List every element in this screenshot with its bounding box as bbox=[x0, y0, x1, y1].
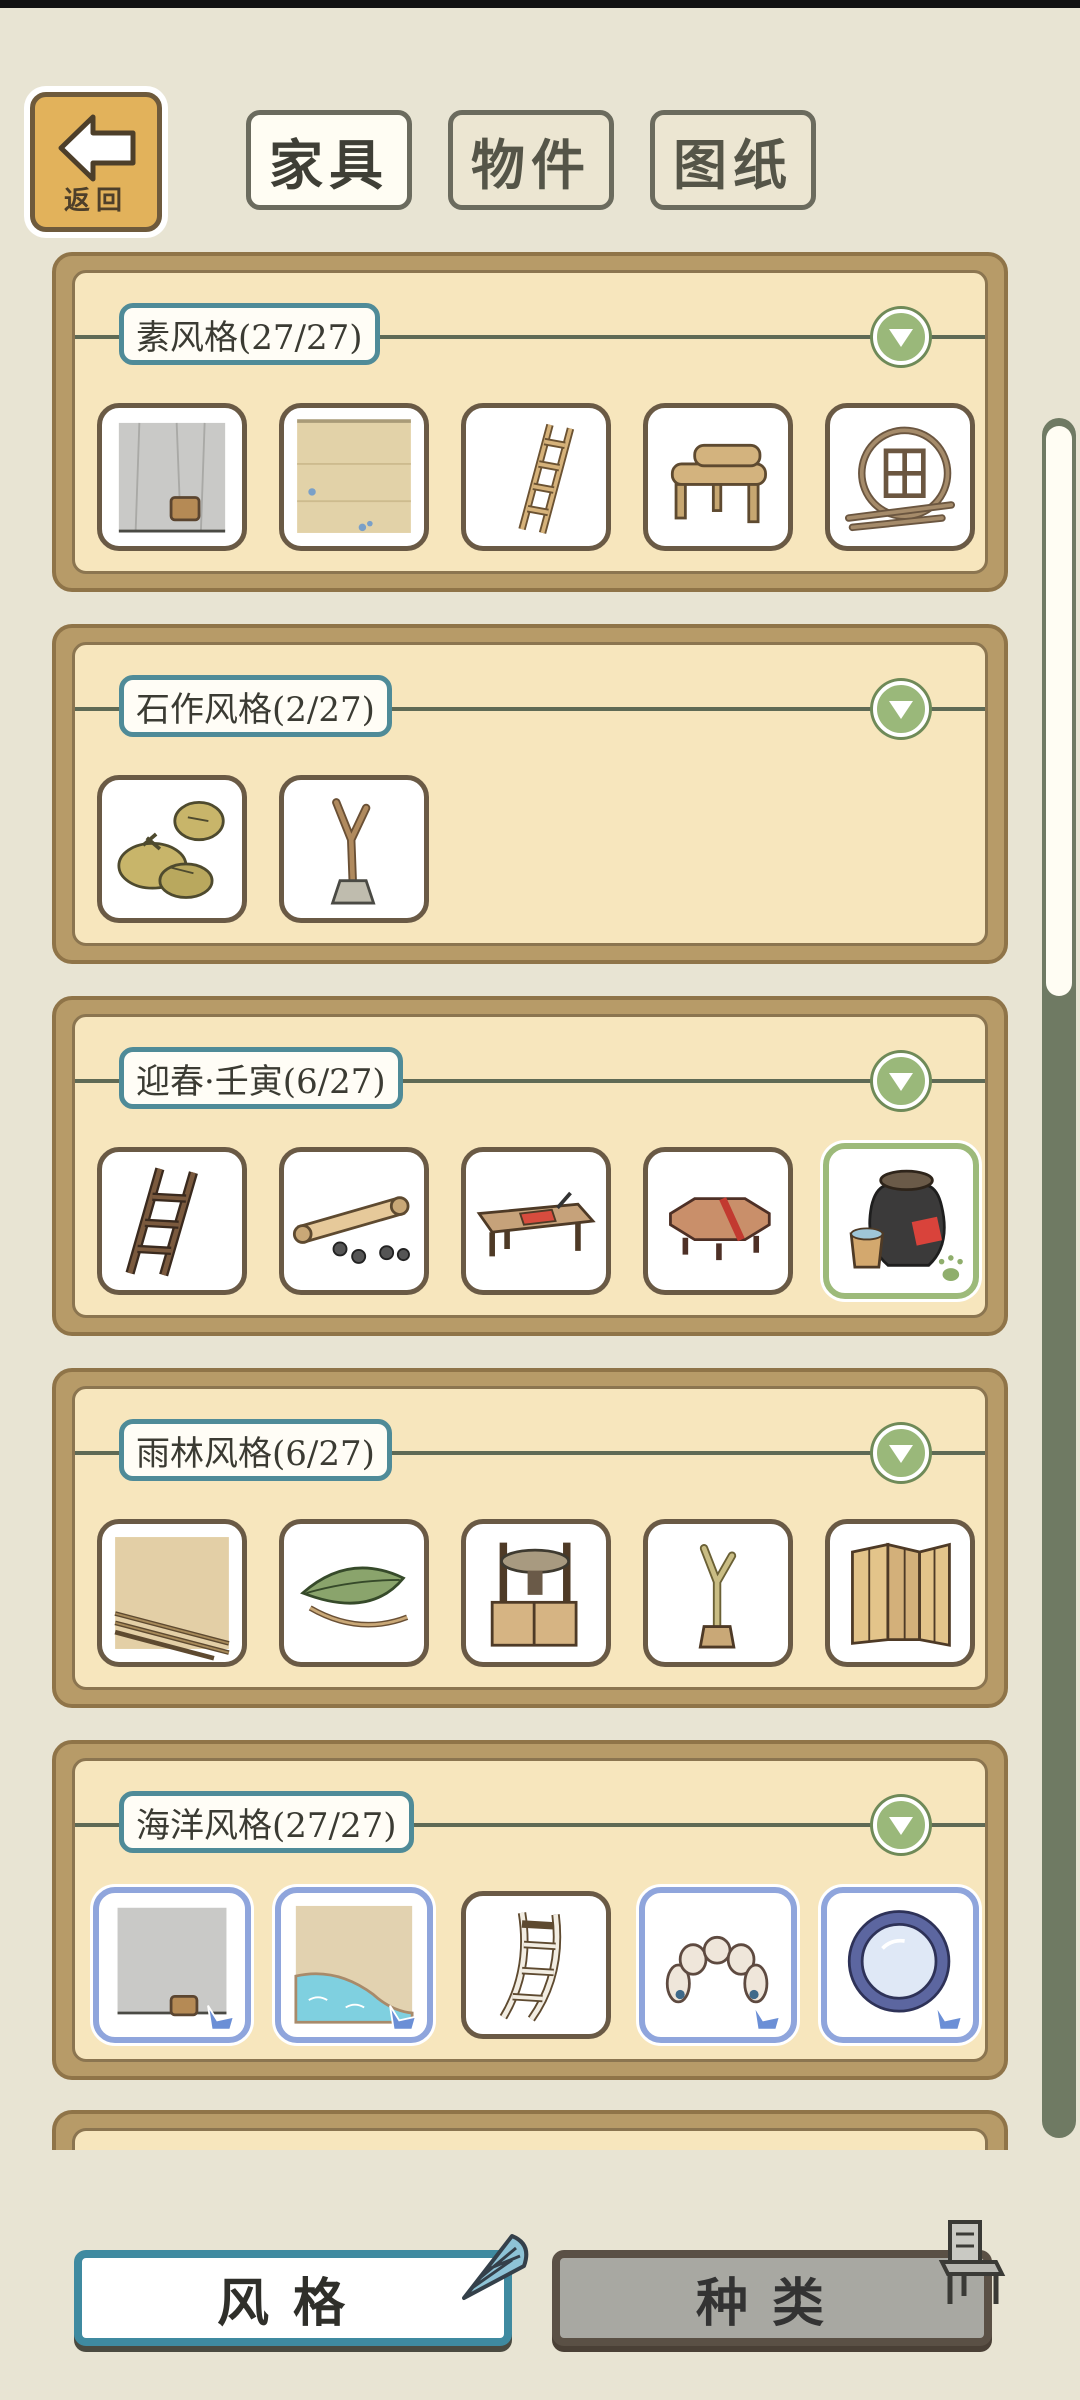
item-sea-wall[interactable] bbox=[93, 1887, 251, 2043]
item-wooden-ladder[interactable] bbox=[461, 403, 611, 551]
back-label: 返回 bbox=[63, 185, 128, 215]
section-title: 雨林风格(6/27) bbox=[119, 1419, 392, 1481]
item-porthole-mirror[interactable] bbox=[821, 1887, 979, 2043]
item-dark-ladder[interactable] bbox=[97, 1147, 247, 1295]
style-section-ocean: 海洋风格(27/27) bbox=[52, 1740, 1008, 2080]
item-wall-panel[interactable] bbox=[97, 403, 247, 551]
item-octagon-table[interactable] bbox=[643, 1147, 793, 1295]
item-branch-stand-rainforest[interactable] bbox=[643, 1519, 793, 1667]
chair-icon bbox=[938, 2220, 1006, 2304]
collapse-toggle-icon[interactable] bbox=[873, 1797, 929, 1853]
tab-blueprints[interactable]: 图纸 bbox=[650, 110, 816, 210]
item-white-ladder[interactable] bbox=[461, 1891, 611, 2039]
seashell-icon bbox=[462, 2234, 529, 2300]
item-bamboo-floor[interactable] bbox=[97, 1519, 247, 1667]
item-floor-panel[interactable] bbox=[279, 403, 429, 551]
collapse-toggle-icon[interactable] bbox=[873, 1425, 929, 1481]
item-branch-stand[interactable] bbox=[279, 775, 429, 923]
collapse-toggle-icon[interactable] bbox=[873, 1053, 929, 1109]
section-title: 海洋风格(27/27) bbox=[119, 1791, 414, 1853]
style-section-stone: 石作风格(2/27) bbox=[52, 624, 1008, 964]
next-section-peek bbox=[52, 2110, 1008, 2150]
item-bamboo-screen[interactable] bbox=[825, 1519, 975, 1667]
style-section-rainforest: 雨林风格(6/27) bbox=[52, 1368, 1008, 1708]
section-title: 石作风格(2/27) bbox=[119, 675, 392, 737]
item-stone-mill-cabinet[interactable] bbox=[461, 1519, 611, 1667]
status-bar bbox=[0, 0, 1080, 8]
style-filter-button[interactable]: 风格 bbox=[74, 2250, 512, 2346]
item-log-bench[interactable] bbox=[643, 403, 793, 551]
item-shell-arch[interactable] bbox=[639, 1887, 797, 2043]
collapse-toggle-icon[interactable] bbox=[873, 309, 929, 365]
item-scroll-and-coins[interactable] bbox=[279, 1147, 429, 1295]
scrollbar-thumb[interactable] bbox=[1046, 426, 1072, 996]
item-round-window[interactable] bbox=[825, 403, 975, 551]
back-button[interactable]: 返回 bbox=[30, 92, 162, 232]
item-leaf-plates[interactable] bbox=[97, 775, 247, 923]
style-section-spring-festival: 迎春·壬寅(6/27) bbox=[52, 996, 1008, 1336]
tab-furniture[interactable]: 家具 bbox=[246, 110, 412, 210]
category-filter-button[interactable]: 种类 bbox=[552, 2250, 992, 2346]
collapse-toggle-icon[interactable] bbox=[873, 681, 929, 737]
tab-objects[interactable]: 物件 bbox=[448, 110, 614, 210]
item-wine-jar-selected[interactable] bbox=[823, 1143, 979, 1299]
item-leaf-hammock[interactable] bbox=[279, 1519, 429, 1667]
section-title: 素风格(27/27) bbox=[119, 303, 380, 365]
arrow-left-icon bbox=[58, 114, 136, 182]
item-fortune-desk[interactable] bbox=[461, 1147, 611, 1295]
section-title: 迎春·壬寅(6/27) bbox=[119, 1047, 403, 1109]
style-section-plain: 素风格(27/27) bbox=[52, 252, 1008, 592]
item-sea-pool-floor[interactable] bbox=[275, 1887, 433, 2043]
